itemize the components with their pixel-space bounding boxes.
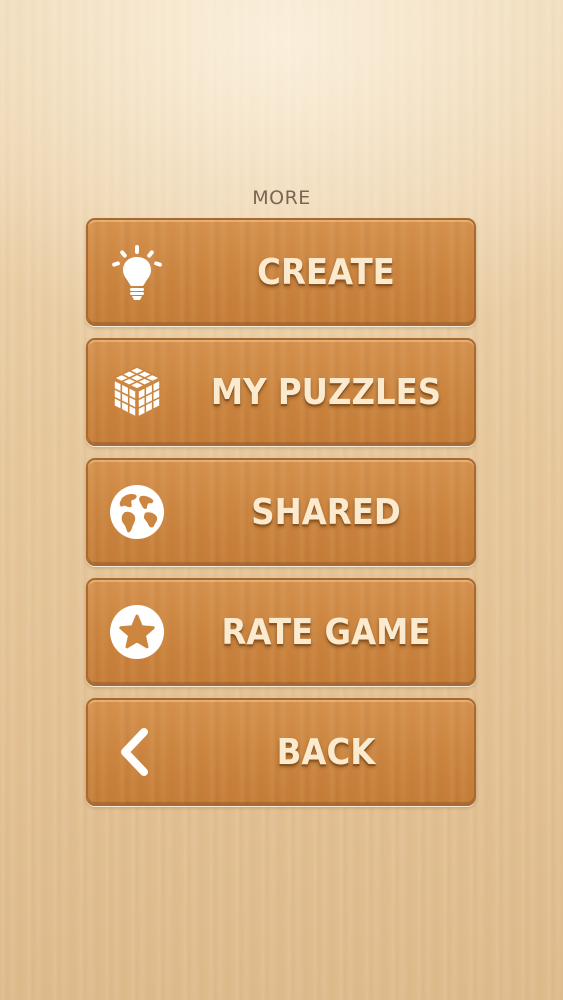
menu-heading: MORE bbox=[252, 187, 311, 209]
shared-label: SHARED bbox=[251, 491, 401, 533]
my-puzzles-label: MY PUZZLES bbox=[210, 371, 442, 413]
create-button[interactable]: CREATE bbox=[86, 218, 476, 326]
shared-button[interactable]: SHARED bbox=[86, 458, 476, 566]
more-menu-screen: MORE CREATE MY PUZZLES SHARED RATE GAME … bbox=[0, 0, 563, 1000]
chevron-left-icon bbox=[108, 723, 166, 781]
cube-puzzle-icon bbox=[108, 363, 166, 421]
back-button[interactable]: BACK bbox=[86, 698, 476, 806]
rate-game-label: RATE GAME bbox=[221, 611, 431, 653]
menu-list: CREATE MY PUZZLES SHARED RATE GAME BACK bbox=[86, 218, 476, 818]
star-icon bbox=[108, 603, 166, 661]
lightbulb-icon bbox=[108, 243, 166, 301]
back-label: BACK bbox=[276, 731, 376, 773]
create-label: CREATE bbox=[257, 251, 395, 293]
globe-icon bbox=[108, 483, 166, 541]
my-puzzles-button[interactable]: MY PUZZLES bbox=[86, 338, 476, 446]
rate-game-button[interactable]: RATE GAME bbox=[86, 578, 476, 686]
